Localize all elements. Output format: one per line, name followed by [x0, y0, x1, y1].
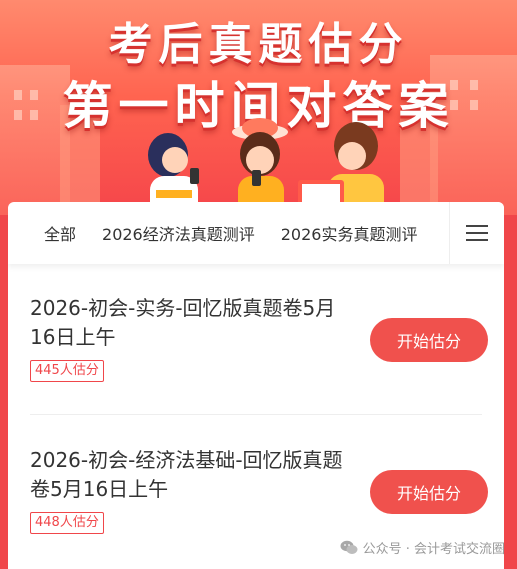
tab-practice[interactable]: 2026实务真题测评	[281, 221, 418, 245]
list-item: 2026-初会-实务-回忆版真题卷5月16日上午 445人估分 开始估分	[30, 294, 488, 382]
item-title[interactable]: 2026-初会-实务-回忆版真题卷5月16日上午	[30, 294, 355, 352]
people-illustration	[148, 118, 384, 215]
watermark-text: 公众号 · 会计考试交流圈	[362, 542, 505, 557]
menu-button[interactable]	[449, 202, 504, 264]
estimate-count-badge: 445人估分	[30, 360, 104, 382]
tab-all[interactable]: 全部	[44, 221, 76, 245]
tab-economic-law[interactable]: 2026经济法真题测评	[102, 221, 255, 245]
item-title[interactable]: 2026-初会-经济法基础-回忆版真题卷5月16日上午	[30, 446, 355, 504]
start-estimate-button[interactable]: 开始估分	[370, 318, 488, 362]
estimate-count-badge: 448人估分	[30, 512, 104, 534]
banner-title-line1: 考后真题估分	[108, 19, 409, 70]
list-item: 2026-初会-经济法基础-回忆版真题卷5月16日上午 448人估分 开始估分	[30, 446, 488, 534]
menu-icon	[466, 225, 488, 241]
banner: 考后真题估分 第一时间对答案	[0, 0, 517, 215]
content-card: 全部 2026经济法真题测评 2026实务真题测评 2026-初会-实务-回忆版…	[8, 202, 504, 569]
tab-bar: 全部 2026经济法真题测评 2026实务真题测评	[8, 202, 504, 264]
start-estimate-button[interactable]: 开始估分	[370, 470, 488, 514]
wechat-icon	[340, 540, 358, 554]
watermark: 公众号 · 会计考试交流圈	[340, 538, 505, 557]
divider	[30, 414, 482, 415]
